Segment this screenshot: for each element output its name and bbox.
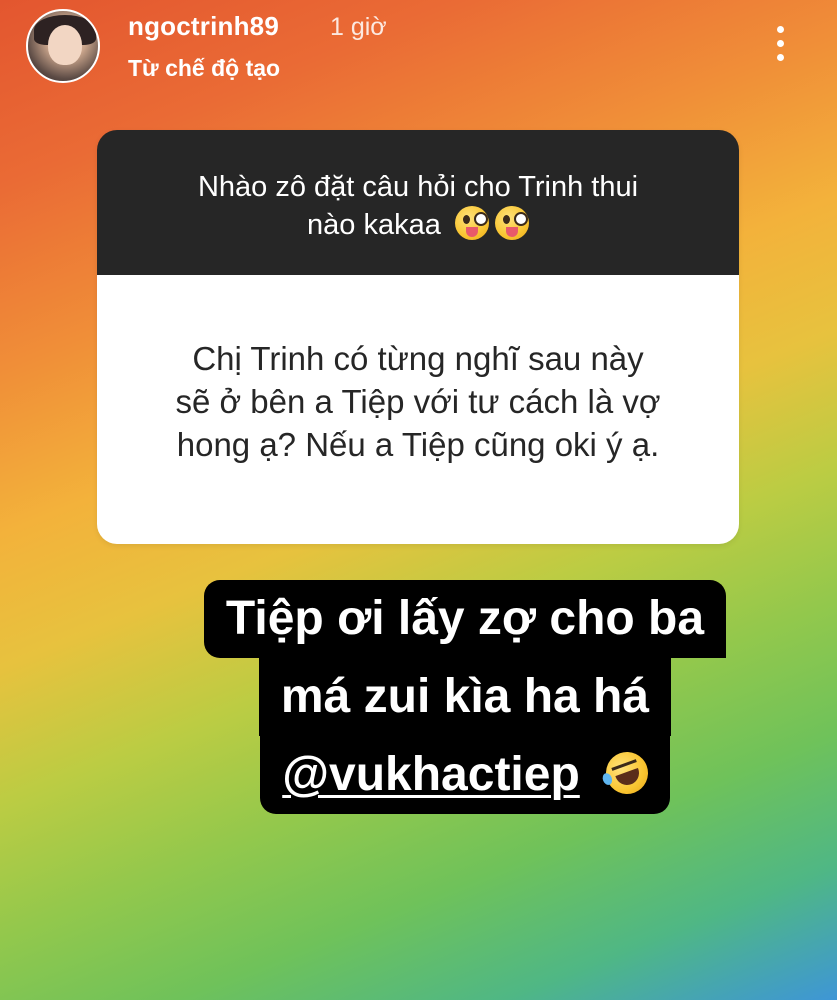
vertical-ellipsis-icon [777, 26, 784, 33]
answer-text-line2: sẽ ở bên a Tiệp với tư cách là vợ [175, 383, 661, 420]
zany-face-emoji-icon [454, 206, 489, 240]
avatar-face [48, 25, 82, 65]
story-header: ngoctrinh89 1 giờ Từ chế độ tạo [0, 0, 837, 100]
caption-line3: @vukhactiep [260, 736, 670, 814]
story-caption: Tiệp ơi lấy zợ cho ba má zui kìa ha há @… [190, 580, 740, 814]
caption-line2: má zui kìa ha há [258, 658, 672, 736]
caption-line1: Tiệp ơi lấy zợ cho ba [203, 580, 727, 658]
vertical-ellipsis-icon [777, 54, 784, 61]
question-sticker[interactable]: Nhào zô đặt câu hỏi cho Trinh thui nào k… [97, 130, 739, 544]
prompt-text-line2: nào kakaa [307, 209, 441, 241]
more-options-button[interactable] [766, 22, 796, 66]
mention-link[interactable]: @vukhactiep [282, 748, 580, 801]
question-prompt: Nhào zô đặt câu hỏi cho Trinh thui nào k… [97, 130, 739, 275]
avatar[interactable] [26, 9, 100, 83]
story-source-label[interactable]: Từ chế độ tạo [128, 55, 280, 82]
answer-text-line1: Chị Trinh có từng nghĩ sau này [192, 340, 644, 377]
vertical-ellipsis-icon [777, 40, 784, 47]
zany-face-emoji-icon [494, 206, 529, 240]
rolling-laughing-emoji-icon [599, 746, 654, 800]
username[interactable]: ngoctrinh89 [128, 11, 279, 42]
question-answer: Chị Trinh có từng nghĩ sau này sẽ ở bên … [97, 275, 739, 544]
timestamp: 1 giờ [330, 13, 387, 41]
answer-text-line3: hong ạ? Nếu a Tiệp cũng oki ý ạ. [176, 426, 660, 463]
prompt-text-line1: Nhào zô đặt câu hỏi cho Trinh thui [197, 171, 639, 203]
